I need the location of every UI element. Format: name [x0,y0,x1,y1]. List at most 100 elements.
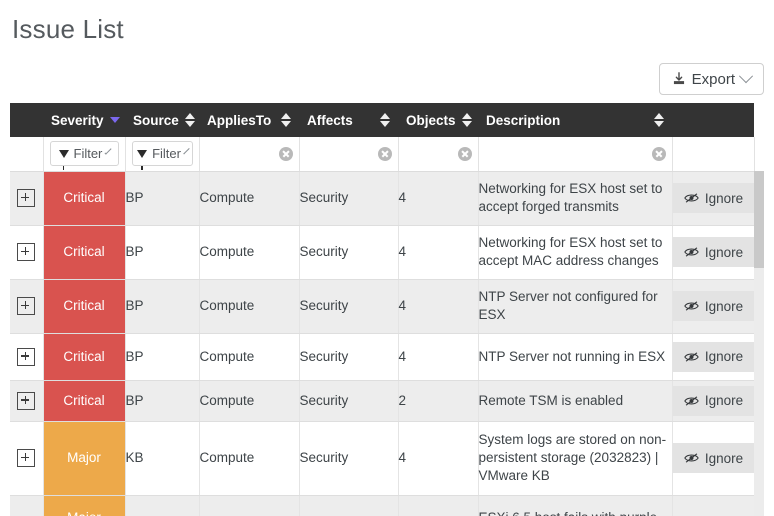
sort-toggle-icon[interactable] [654,113,664,127]
vertical-scrollbar-thumb[interactable] [754,171,764,268]
cell-applies_to: Compute [199,421,299,495]
clear-filter-icon[interactable] [652,147,666,161]
page-title: Issue List [12,12,124,46]
column-header-label: Description [486,113,560,128]
column-header-label: Severity [51,113,104,128]
vertical-scrollbar-track[interactable] [754,171,764,516]
column-header-applies_to[interactable]: AppliesTo [199,103,299,137]
sort-toggle-icon[interactable] [462,113,472,127]
table-row[interactable]: CriticalBPComputeSecurity4NTP Server not… [10,279,754,333]
plus-square-icon[interactable] [17,243,35,261]
ignore-button-label: Ignore [705,191,743,206]
sort-toggle-icon[interactable] [281,113,291,127]
filter-row: Filter Filter [10,137,754,171]
column-header-description[interactable]: Description [478,103,672,137]
severity-badge: Major [44,422,125,495]
cell-source: KB [125,421,199,495]
table-row[interactable]: CriticalBPComputeSecurity4Networking for… [10,225,754,279]
column-header-objects[interactable]: Objects [398,103,478,137]
clear-filter-icon[interactable] [378,147,392,161]
filter-button-label: Filter [152,146,181,161]
filter-cell-source: Filter [125,137,199,171]
export-button[interactable]: Export [659,63,764,95]
cell-objects: 4 [398,171,478,225]
table-row[interactable]: MajorESXi 6.5 host fails with purple [10,495,754,516]
plus-square-icon[interactable] [17,449,35,467]
plus-square-icon[interactable] [17,392,35,410]
table-row[interactable]: CriticalBPComputeSecurity2Remote TSM is … [10,380,754,421]
expand-cell [10,380,43,421]
cell-source: BP [125,333,199,380]
severity-cell: Critical [43,279,125,333]
action-cell: Ignore [672,421,754,495]
expand-cell [10,225,43,279]
severity-badge: Critical [44,172,125,225]
cell-applies_to: Compute [199,333,299,380]
severity-badge: Critical [44,226,125,279]
download-icon [672,72,686,86]
chevron-down-icon [183,148,189,154]
filter-cell-applies_to [199,137,299,171]
issue-table: Severity Source AppliesTo Affects Objects Des… [10,103,755,516]
table-header: Severity Source AppliesTo Affects Objects Des… [10,103,754,137]
ignore-button[interactable]: Ignore [673,183,755,213]
ignore-button[interactable]: Ignore [673,386,755,416]
column-header-severity[interactable]: Severity [43,103,125,137]
severity-cell: Critical [43,171,125,225]
expand-cell [10,421,43,495]
ignore-button[interactable]: Ignore [673,342,755,372]
cell-affects: Security [299,333,398,380]
cell-applies_to: Compute [199,225,299,279]
sort-descending-icon[interactable] [110,117,120,123]
eye-slash-icon [684,300,699,312]
cell-source: BP [125,380,199,421]
sort-toggle-icon[interactable] [185,113,195,127]
clear-filter-icon[interactable] [279,147,293,161]
severity-cell: Critical [43,380,125,421]
table-row[interactable]: CriticalBPComputeSecurity4NTP Server not… [10,333,754,380]
ignore-button[interactable]: Ignore [673,443,755,473]
table-row[interactable]: CriticalBPComputeSecurity4Networking for… [10,171,754,225]
cell-affects: Security [299,171,398,225]
plus-square-icon[interactable] [17,348,35,366]
plus-square-icon[interactable] [17,189,35,207]
eye-slash-icon [684,452,699,464]
column-header-label: Objects [406,113,456,128]
cell-applies_to: Compute [199,279,299,333]
table-body: Filter Filter [10,137,754,171]
cell-objects: 4 [398,421,478,495]
sort-toggle-icon[interactable] [380,113,390,127]
ignore-button[interactable]: Ignore [673,291,755,321]
cell-objects [398,495,478,516]
cell-objects: 4 [398,225,478,279]
filter-button-severity[interactable]: Filter [50,141,119,166]
severity-cell: Critical [43,225,125,279]
ignore-button-label: Ignore [705,393,743,408]
cell-affects: Security [299,225,398,279]
eye-slash-icon [684,192,699,204]
column-header-affects[interactable]: Affects [299,103,398,137]
eye-slash-icon [684,246,699,258]
column-header-label: Affects [307,113,353,128]
cell-applies_to: Compute [199,380,299,421]
cell-source: BP [125,171,199,225]
filter-button-source[interactable]: Filter [132,141,193,166]
column-header-expand [10,103,43,137]
expand-cell [10,279,43,333]
issue-grid: Severity Source AppliesTo Affects Objects Des… [10,103,764,516]
cell-affects [299,495,398,516]
action-cell: Ignore [672,279,754,333]
expand-cell [10,333,43,380]
export-label: Export [692,71,735,88]
ignore-button[interactable]: Ignore [673,237,755,267]
cell-source [125,495,199,516]
table-row[interactable]: MajorKBComputeSecurity4System logs are s… [10,421,754,495]
column-header-source[interactable]: Source [125,103,199,137]
plus-square-icon[interactable] [17,297,35,315]
expand-cell [10,171,43,225]
eye-slash-icon [684,351,699,363]
clear-filter-icon[interactable] [458,147,472,161]
toolbar: Export [659,63,764,95]
column-header-label: AppliesTo [207,113,271,128]
action-cell: Ignore [672,333,754,380]
